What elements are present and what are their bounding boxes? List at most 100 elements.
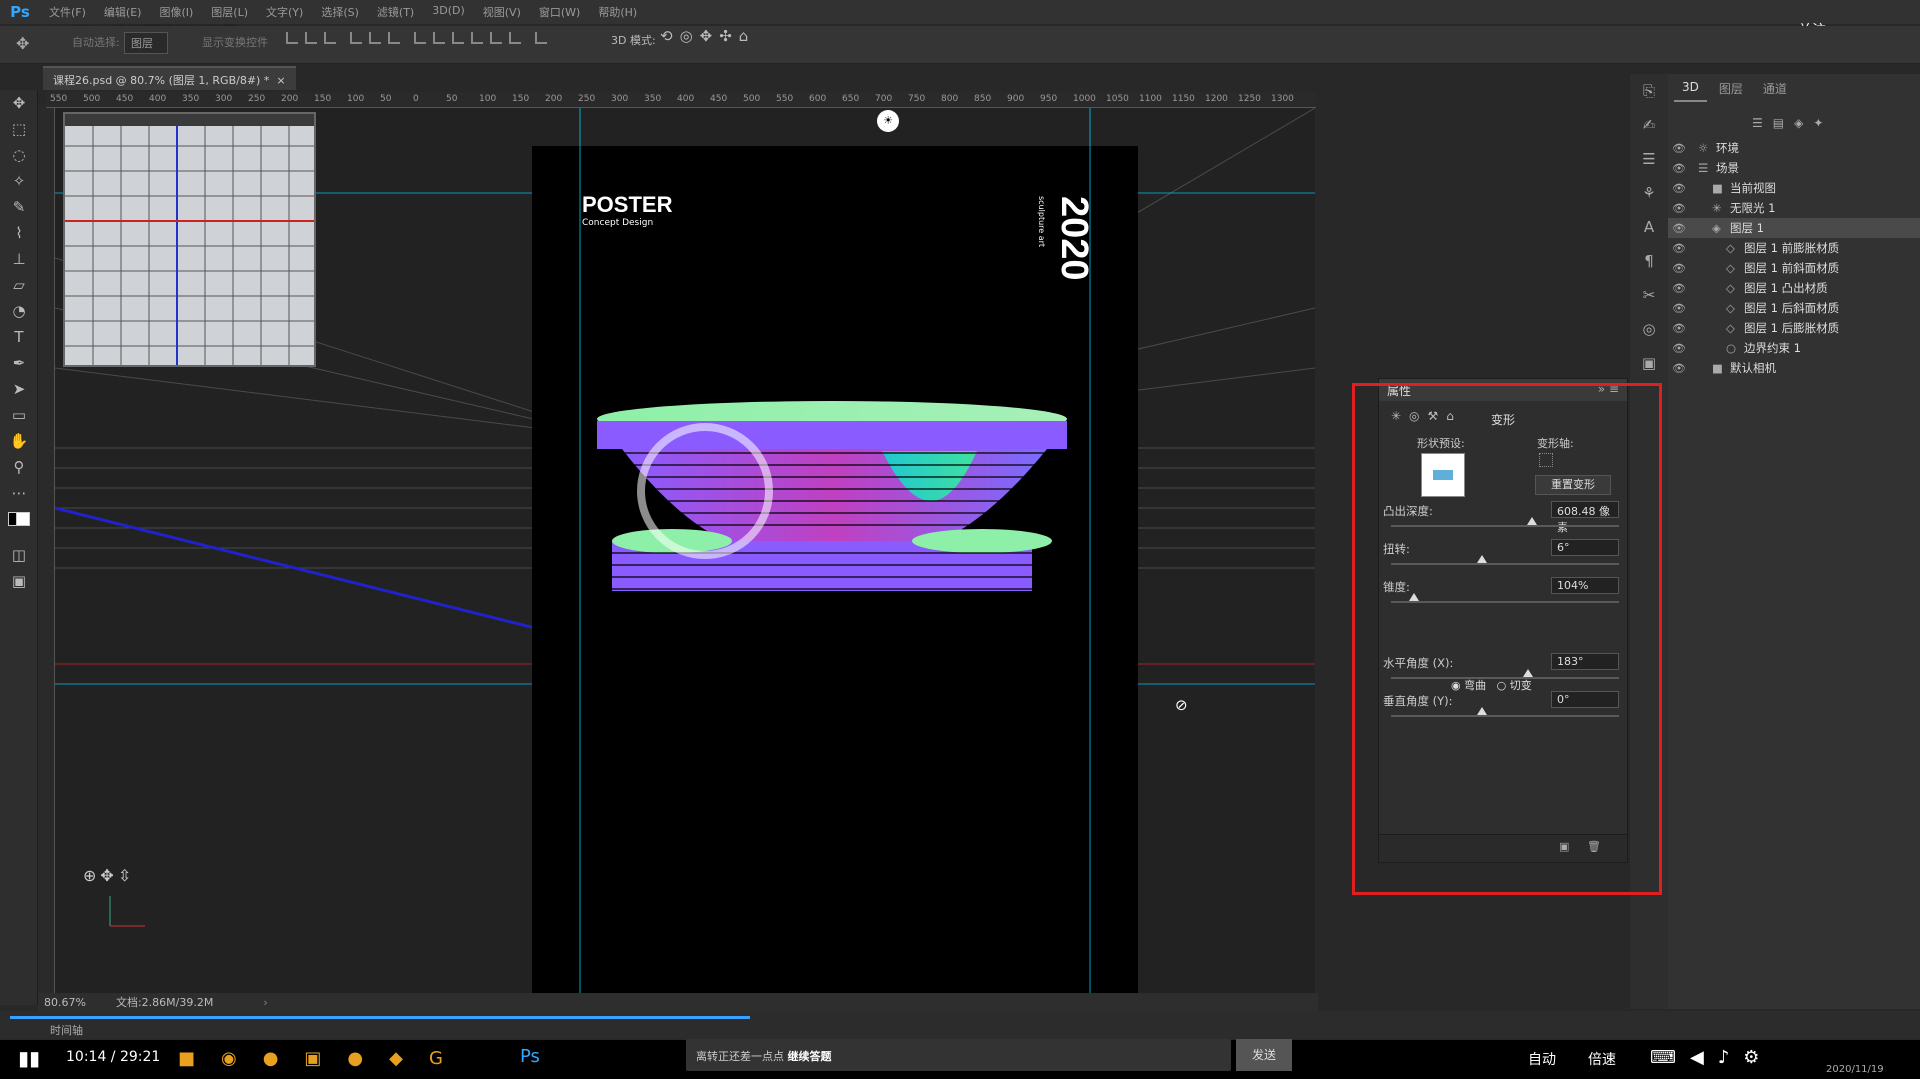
rectangle-tool-icon[interactable]: ▭ (0, 402, 38, 428)
send-button[interactable]: 发送 (1236, 1039, 1292, 1071)
video-progress-bar[interactable] (10, 1016, 750, 1019)
document-tab-label: 课程26.psd @ 80.7% (图层 1, RGB/8#) * (53, 74, 270, 87)
close-icon[interactable]: × (276, 74, 285, 87)
3d-panel-icon[interactable]: ◎ (1630, 312, 1668, 346)
tab-channels[interactable]: 通道 (1755, 74, 1795, 102)
brush-settings-icon[interactable]: ✍ (1630, 108, 1668, 142)
menu-item-10[interactable]: 帮助(H) (589, 4, 646, 20)
visibility-eye-icon[interactable]: 👁 (1668, 362, 1690, 375)
screen-mode-icon[interactable]: ▣ (0, 568, 38, 594)
scene-item-label: 默认相机 (1730, 361, 1776, 375)
secondary-view[interactable] (63, 112, 316, 367)
move-tool-icon[interactable]: ✥ (16, 34, 29, 53)
menu-item-4[interactable]: 文字(Y) (257, 4, 312, 20)
visibility-eye-icon[interactable]: 👁 (1668, 342, 1690, 355)
visibility-eye-icon[interactable]: 👁 (1668, 242, 1690, 255)
scene-item[interactable]: 👁 ✳ 无限光 1 (1668, 198, 1920, 218)
color-swatches[interactable] (0, 506, 38, 542)
paragraph-icon[interactable]: ¶ (1630, 244, 1668, 278)
scene-item-label: 图层 1 前膨胀材质 (1744, 241, 1840, 255)
menu-item-9[interactable]: 窗口(W) (530, 4, 589, 20)
scene-item[interactable]: 👁 ■ 当前视图 (1668, 178, 1920, 198)
menu-item-2[interactable]: 图像(I) (150, 4, 202, 20)
auto-label[interactable]: 自动 (1528, 1049, 1556, 1069)
status-arrow-icon[interactable]: › (263, 996, 267, 1009)
visibility-eye-icon[interactable]: 👁 (1668, 142, 1690, 155)
menu-item-1[interactable]: 编辑(E) (95, 4, 151, 20)
tab-layers[interactable]: 图层 (1711, 74, 1751, 102)
play-pause-icon[interactable]: ▮▮ (18, 1046, 40, 1070)
scene-item-label: 图层 1 (1730, 221, 1764, 235)
highlight-box (1352, 383, 1662, 895)
menu-item-7[interactable]: 3D(D) (423, 4, 474, 20)
clone-source-icon[interactable]: ⚘ (1630, 176, 1668, 210)
photoshop-logo: Ps (10, 3, 30, 21)
character-icon[interactable]: A (1630, 210, 1668, 244)
brush-tool-icon[interactable]: ⌇ (0, 220, 38, 246)
photoshop-taskbar-icon[interactable]: Ps (520, 1046, 540, 1067)
scene-item[interactable]: 👁 ◇ 图层 1 凸出材质 (1668, 278, 1920, 298)
scene-item[interactable]: 👁 ☼ 环境 (1668, 138, 1920, 158)
paint-bucket-icon[interactable]: ◔ (0, 298, 38, 324)
type-tool-icon[interactable]: T (0, 324, 38, 350)
visibility-eye-icon[interactable]: 👁 (1668, 202, 1690, 215)
visibility-eye-icon[interactable]: 👁 (1668, 322, 1690, 335)
scene-filter-icons[interactable]: ☰▤◈✦ (1752, 116, 1833, 130)
scene-item[interactable]: 👁 ◇ 图层 1 后斜面材质 (1668, 298, 1920, 318)
menu-item-6[interactable]: 滤镜(T) (368, 4, 423, 20)
chat-cta[interactable]: 继续答题 (788, 1050, 832, 1063)
zoom-level[interactable]: 80.67% (44, 996, 86, 1009)
scene-item[interactable]: 👁 ◇ 图层 1 后膨胀材质 (1668, 318, 1920, 338)
system-tray-icons[interactable]: ⌨◀♪⚙ (1650, 1047, 1773, 1068)
auto-select-label[interactable]: 自动选择: (72, 34, 120, 50)
menu-item-5[interactable]: 选择(S) (312, 4, 368, 20)
timeline-label[interactable]: 时间轴 (50, 1022, 83, 1038)
eyedropper-icon[interactable]: ✎ (0, 194, 38, 220)
stamp-tool-icon[interactable]: ⊥ (0, 246, 38, 272)
scene-item[interactable]: 👁 ○ 边界约束 1 (1668, 338, 1920, 358)
menu-item-8[interactable]: 视图(V) (474, 4, 530, 20)
3d-mode-icons[interactable]: ⟲◎✥✣⌂ (660, 27, 755, 45)
show-transform-label[interactable]: 显示变换控件 (202, 34, 268, 50)
eraser-tool-icon[interactable]: ▱ (0, 272, 38, 298)
scene-item[interactable]: 👁 ◇ 图层 1 前斜面材质 (1668, 258, 1920, 278)
ruler-tick: 650 (842, 94, 860, 104)
magic-wand-icon[interactable]: ✧ (0, 168, 38, 194)
properties-icon[interactable]: ▣ (1630, 346, 1668, 380)
visibility-eye-icon[interactable]: 👁 (1668, 282, 1690, 295)
more-tools-icon[interactable]: ⋯ (0, 480, 38, 506)
hand-tool-icon[interactable]: ✋ (0, 428, 38, 454)
pen-tool-icon[interactable]: ✒ (0, 350, 38, 376)
visibility-eye-icon[interactable]: 👁 (1668, 162, 1690, 175)
taskbar-app-icons[interactable]: ■◉●▣●◆G (178, 1048, 469, 1069)
ruler-tick: 450 (710, 94, 728, 104)
tools-preset-icon[interactable]: ✂ (1630, 278, 1668, 312)
visibility-eye-icon[interactable]: 👁 (1668, 302, 1690, 315)
scene-item[interactable]: 👁 ☰ 场景 (1668, 158, 1920, 178)
menu-item-3[interactable]: 图层(L) (202, 4, 257, 20)
path-select-icon[interactable]: ➤ (0, 376, 38, 402)
quick-mask-icon[interactable]: ◫ (0, 542, 38, 568)
light-icon[interactable]: ☀ (877, 110, 899, 132)
visibility-eye-icon[interactable]: 👁 (1668, 222, 1690, 235)
history-icon[interactable]: ⎘ (1630, 74, 1668, 108)
move-tool-icon[interactable]: ✥ (0, 90, 38, 116)
chat-input[interactable]: 离转正还差一点点 继续答题 (686, 1039, 1231, 1071)
visibility-eye-icon[interactable]: 👁 (1668, 182, 1690, 195)
marquee-tool-icon[interactable]: ⬚ (0, 116, 38, 142)
scene-item[interactable]: 👁 ◇ 图层 1 前膨胀材质 (1668, 238, 1920, 258)
layer-select-dropdown[interactable]: 图层 (124, 32, 168, 54)
document-tab[interactable]: 课程26.psd @ 80.7% (图层 1, RGB/8#) * × (43, 66, 296, 90)
visibility-eye-icon[interactable]: 👁 (1668, 262, 1690, 275)
scene-item-icon: ◇ (1726, 281, 1735, 295)
scene-item[interactable]: 👁 ◈ 图层 1 (1668, 218, 1920, 238)
adjustments-icon[interactable]: ☰ (1630, 142, 1668, 176)
scene-item[interactable]: 👁 ■ 默认相机 (1668, 358, 1920, 378)
tab-3d[interactable]: 3D (1674, 74, 1707, 102)
speed-label[interactable]: 倍速 (1588, 1049, 1616, 1069)
menu-item-0[interactable]: 文件(F) (40, 4, 95, 20)
3d-axis-controls[interactable]: ⊕✥⇳ (83, 866, 135, 885)
align-icons[interactable] (286, 32, 547, 47)
lasso-tool-icon[interactable]: ◌ (0, 142, 38, 168)
zoom-tool-icon[interactable]: ⚲ (0, 454, 38, 480)
